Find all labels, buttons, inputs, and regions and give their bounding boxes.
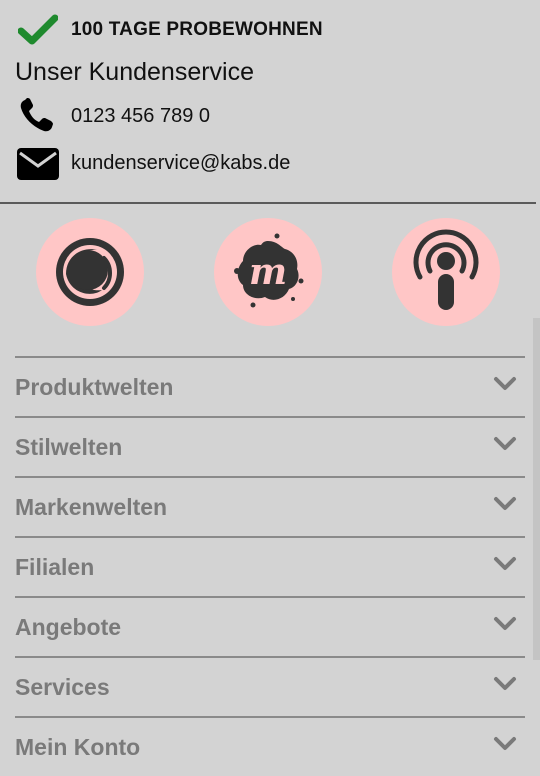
menu-item-services[interactable]: Services: [15, 656, 525, 716]
chevron-down-icon: [494, 737, 516, 750]
scrollbar[interactable]: [533, 318, 540, 660]
email-contact[interactable]: kundenservice@kabs.de: [0, 144, 540, 184]
section-title: Unser Kundenservice: [15, 58, 255, 86]
flickr-style-icon: [56, 238, 124, 306]
feature-text: 100 TAGE PROBEWOHNEN: [71, 19, 323, 40]
phone-number[interactable]: 0123 456 789 0: [71, 105, 210, 128]
menu-item-label: Produktwelten: [15, 374, 174, 400]
social-button-2[interactable]: m: [214, 218, 322, 326]
feature-banner: 100 TAGE PROBEWOHNEN: [0, 8, 540, 52]
social-button-3[interactable]: [392, 218, 500, 326]
svg-text:m: m: [249, 251, 287, 293]
menu-item-markenwelten[interactable]: Markenwelten: [15, 476, 525, 536]
menu-item-produktwelten[interactable]: Produktwelten: [15, 356, 525, 416]
social-button-1[interactable]: [36, 218, 144, 326]
social-links: m: [0, 218, 540, 328]
menu-item-label: Markenwelten: [15, 494, 168, 520]
menu-item-mein-konto[interactable]: Mein Konto: [15, 716, 525, 776]
envelope-icon: [17, 148, 59, 180]
menu-item-label: Angebote: [15, 614, 122, 640]
menu-item-label: Services: [15, 674, 110, 700]
menu-item-filialen[interactable]: Filialen: [15, 536, 525, 596]
chevron-down-icon: [494, 677, 516, 690]
menu-item-label: Stilwelten: [15, 434, 123, 460]
chevron-down-icon: [494, 437, 516, 450]
menu-item-label: Filialen: [15, 554, 95, 580]
chevron-down-icon: [494, 557, 516, 570]
check-icon: [18, 14, 58, 45]
phone-icon: [20, 98, 54, 132]
meetup-icon: m: [234, 233, 304, 308]
podcast-icon: [413, 229, 479, 310]
divider: [0, 202, 536, 204]
email-address[interactable]: kundenservice@kabs.de: [71, 152, 290, 175]
chevron-down-icon: [494, 497, 516, 510]
menu-item-stilwelten[interactable]: Stilwelten: [15, 416, 525, 476]
menu-item-angebote[interactable]: Angebote: [15, 596, 525, 656]
chevron-down-icon: [494, 617, 516, 630]
accordion-menu: Produktwelten Stilwelten Markenwelten Fi…: [15, 356, 525, 776]
phone-contact[interactable]: 0123 456 789 0: [0, 96, 540, 136]
chevron-down-icon: [494, 377, 516, 390]
menu-item-label: Mein Konto: [15, 734, 141, 760]
